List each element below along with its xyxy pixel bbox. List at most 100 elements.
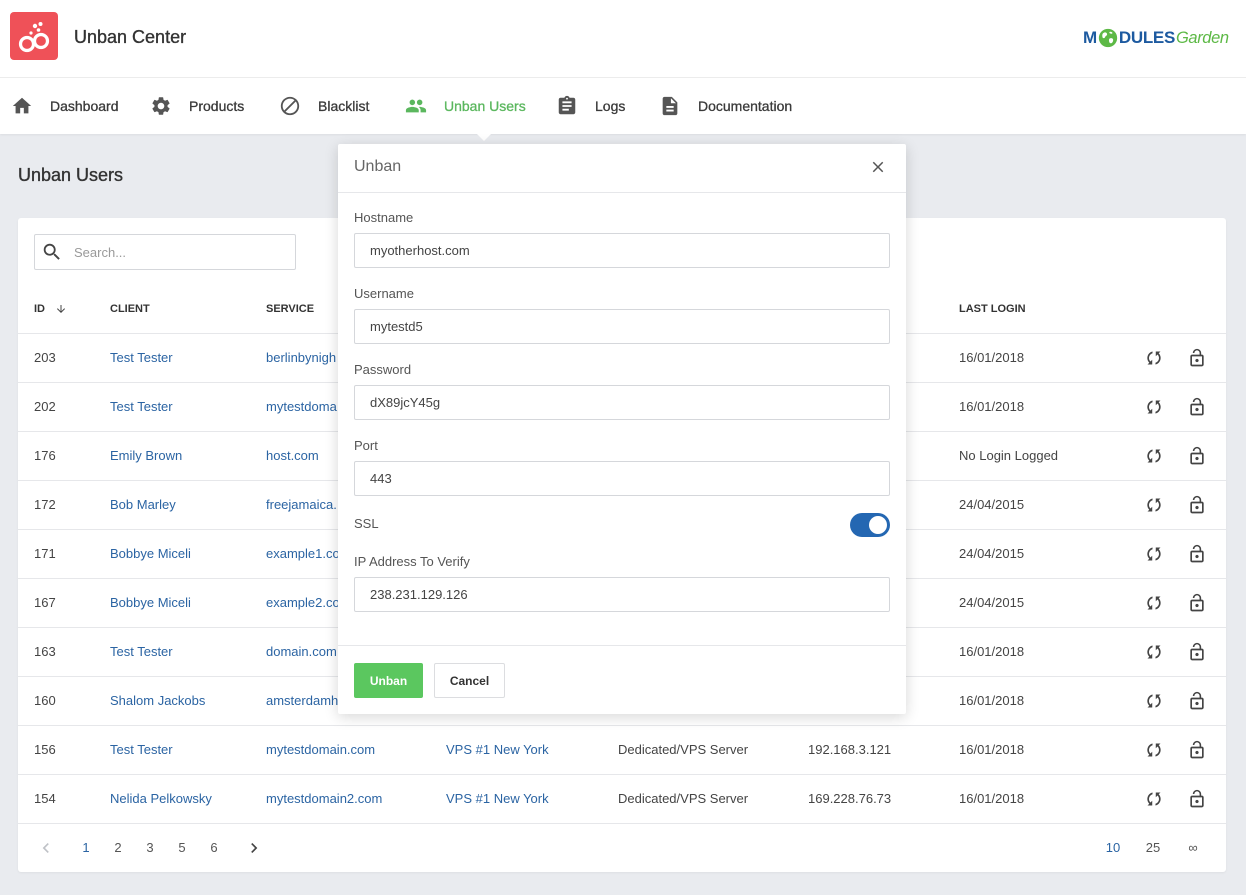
page-link[interactable]: 2: [102, 824, 134, 872]
logo-text-m: M: [1083, 28, 1097, 47]
hostname-label: Hostname: [354, 210, 414, 225]
page-size-option[interactable]: 10: [1093, 824, 1133, 872]
client-link[interactable]: Bobbye Miceli: [110, 579, 191, 627]
refresh-icon[interactable]: [1144, 446, 1164, 466]
ip-address-input[interactable]: [354, 577, 890, 612]
cell-id: 163: [34, 644, 56, 659]
hostname-input[interactable]: [354, 233, 890, 268]
client-link[interactable]: Test Tester: [110, 628, 173, 676]
page-link[interactable]: 3: [134, 824, 166, 872]
unlock-icon[interactable]: [1187, 691, 1207, 711]
page-size-options: 10 25 ∞: [1093, 824, 1213, 872]
port-label: Port: [354, 438, 378, 453]
port-input[interactable]: [354, 461, 890, 496]
nav-item-documentation[interactable]: Documentation: [659, 78, 792, 134]
username-input[interactable]: [354, 309, 890, 344]
password-input[interactable]: [354, 385, 890, 420]
close-icon[interactable]: [869, 158, 887, 176]
chevron-left-icon[interactable]: [36, 838, 56, 858]
column-header-client[interactable]: CLIENT: [110, 285, 150, 333]
service-link[interactable]: freejamaica.: [266, 481, 337, 529]
table-row: 156 Test Tester mytestdomain.com VPS #1 …: [18, 726, 1226, 775]
refresh-icon[interactable]: [1144, 495, 1164, 515]
unlock-icon[interactable]: [1187, 642, 1207, 662]
nav-label: Products: [189, 98, 245, 114]
unlock-icon[interactable]: [1187, 544, 1207, 564]
unlock-icon[interactable]: [1187, 740, 1207, 760]
product-link[interactable]: VPS #1 New York: [446, 775, 549, 823]
unban-modal: Unban Hostname Username Password Port SS…: [338, 144, 906, 714]
cell-last-login: No Login Logged: [959, 448, 1059, 463]
cell-last-login: 24/04/2015: [959, 497, 1025, 512]
modulesgarden-logo[interactable]: M DULES Garden: [1083, 26, 1229, 50]
nav-label: Unban Users: [444, 98, 526, 114]
client-link[interactable]: Bobbye Miceli: [110, 530, 191, 578]
client-link[interactable]: Nelida Pelkowsky: [110, 775, 212, 823]
column-header-id[interactable]: ID: [34, 285, 45, 333]
unban-button[interactable]: Unban: [354, 663, 423, 698]
unlock-icon[interactable]: [1187, 446, 1207, 466]
cell-last-login: 16/01/2018: [959, 693, 1025, 708]
unlock-icon[interactable]: [1187, 593, 1207, 613]
chevron-right-icon[interactable]: [244, 838, 264, 858]
cell-id: 202: [34, 399, 56, 414]
column-header-last-login[interactable]: LAST LOGIN: [959, 285, 1026, 333]
service-link[interactable]: mytestdoma: [266, 383, 337, 431]
cell-id: 171: [34, 546, 56, 561]
refresh-icon[interactable]: [1144, 642, 1164, 662]
page-size-option[interactable]: 25: [1133, 824, 1173, 872]
nav-label: Documentation: [698, 98, 793, 114]
service-link[interactable]: domain.com: [266, 628, 337, 676]
handcuffs-icon[interactable]: [10, 12, 58, 60]
nav-item-products[interactable]: Products: [150, 78, 244, 134]
product-link[interactable]: VPS #1 New York: [446, 726, 549, 774]
page-link[interactable]: 1: [70, 824, 102, 872]
nav-label: Blacklist: [318, 98, 370, 114]
service-link[interactable]: example2.co: [266, 579, 340, 627]
cancel-button[interactable]: Cancel: [434, 663, 505, 698]
ssl-label: SSL: [354, 516, 379, 531]
refresh-icon[interactable]: [1144, 397, 1164, 417]
column-header-service[interactable]: SERVICE: [266, 285, 314, 333]
logo-text-dules: DULES: [1118, 28, 1175, 47]
service-link[interactable]: host.com: [266, 432, 319, 480]
app-title: Unban Center: [74, 27, 187, 47]
client-link[interactable]: Shalom Jackobs: [110, 677, 205, 725]
service-link[interactable]: mytestdomain2.com: [266, 775, 382, 823]
ssl-toggle[interactable]: [850, 513, 890, 537]
page-size-option[interactable]: ∞: [1173, 824, 1213, 872]
unlock-icon[interactable]: [1187, 789, 1207, 809]
unlock-icon[interactable]: [1187, 397, 1207, 417]
refresh-icon[interactable]: [1144, 691, 1164, 711]
nav-item-logs[interactable]: Logs: [556, 78, 626, 134]
refresh-icon[interactable]: [1144, 348, 1164, 368]
nav-item-dashboard[interactable]: Dashboard: [11, 78, 119, 134]
refresh-icon[interactable]: [1144, 789, 1164, 809]
gear-icon: [150, 95, 172, 117]
cell-last-login: 16/01/2018: [959, 791, 1025, 806]
client-link[interactable]: Emily Brown: [110, 432, 182, 480]
refresh-icon[interactable]: [1144, 740, 1164, 760]
refresh-icon[interactable]: [1144, 593, 1164, 613]
page-link[interactable]: 6: [198, 824, 230, 872]
client-link[interactable]: Bob Marley: [110, 481, 176, 529]
page-link[interactable]: 5: [166, 824, 198, 872]
search-input[interactable]: [35, 235, 295, 269]
service-link[interactable]: mytestdomain.com: [266, 726, 375, 774]
client-link[interactable]: Test Tester: [110, 383, 173, 431]
nav-item-blacklist[interactable]: Blacklist: [279, 78, 370, 134]
client-link[interactable]: Test Tester: [110, 334, 173, 382]
search-icon: [41, 241, 63, 263]
service-link[interactable]: amsterdamh: [266, 677, 338, 725]
refresh-icon[interactable]: [1144, 544, 1164, 564]
arrow-down-icon[interactable]: [55, 303, 67, 315]
service-link[interactable]: berlinbynigh: [266, 334, 336, 382]
table-row: 154 Nelida Pelkowsky mytestdomain2.com V…: [18, 775, 1226, 824]
password-label: Password: [354, 362, 412, 377]
nav-item-unban-users[interactable]: Unban Users: [405, 78, 526, 134]
unlock-icon[interactable]: [1187, 348, 1207, 368]
service-link[interactable]: example1.co: [266, 530, 340, 578]
nav-label: Logs: [595, 98, 626, 114]
unlock-icon[interactable]: [1187, 495, 1207, 515]
client-link[interactable]: Test Tester: [110, 726, 173, 774]
